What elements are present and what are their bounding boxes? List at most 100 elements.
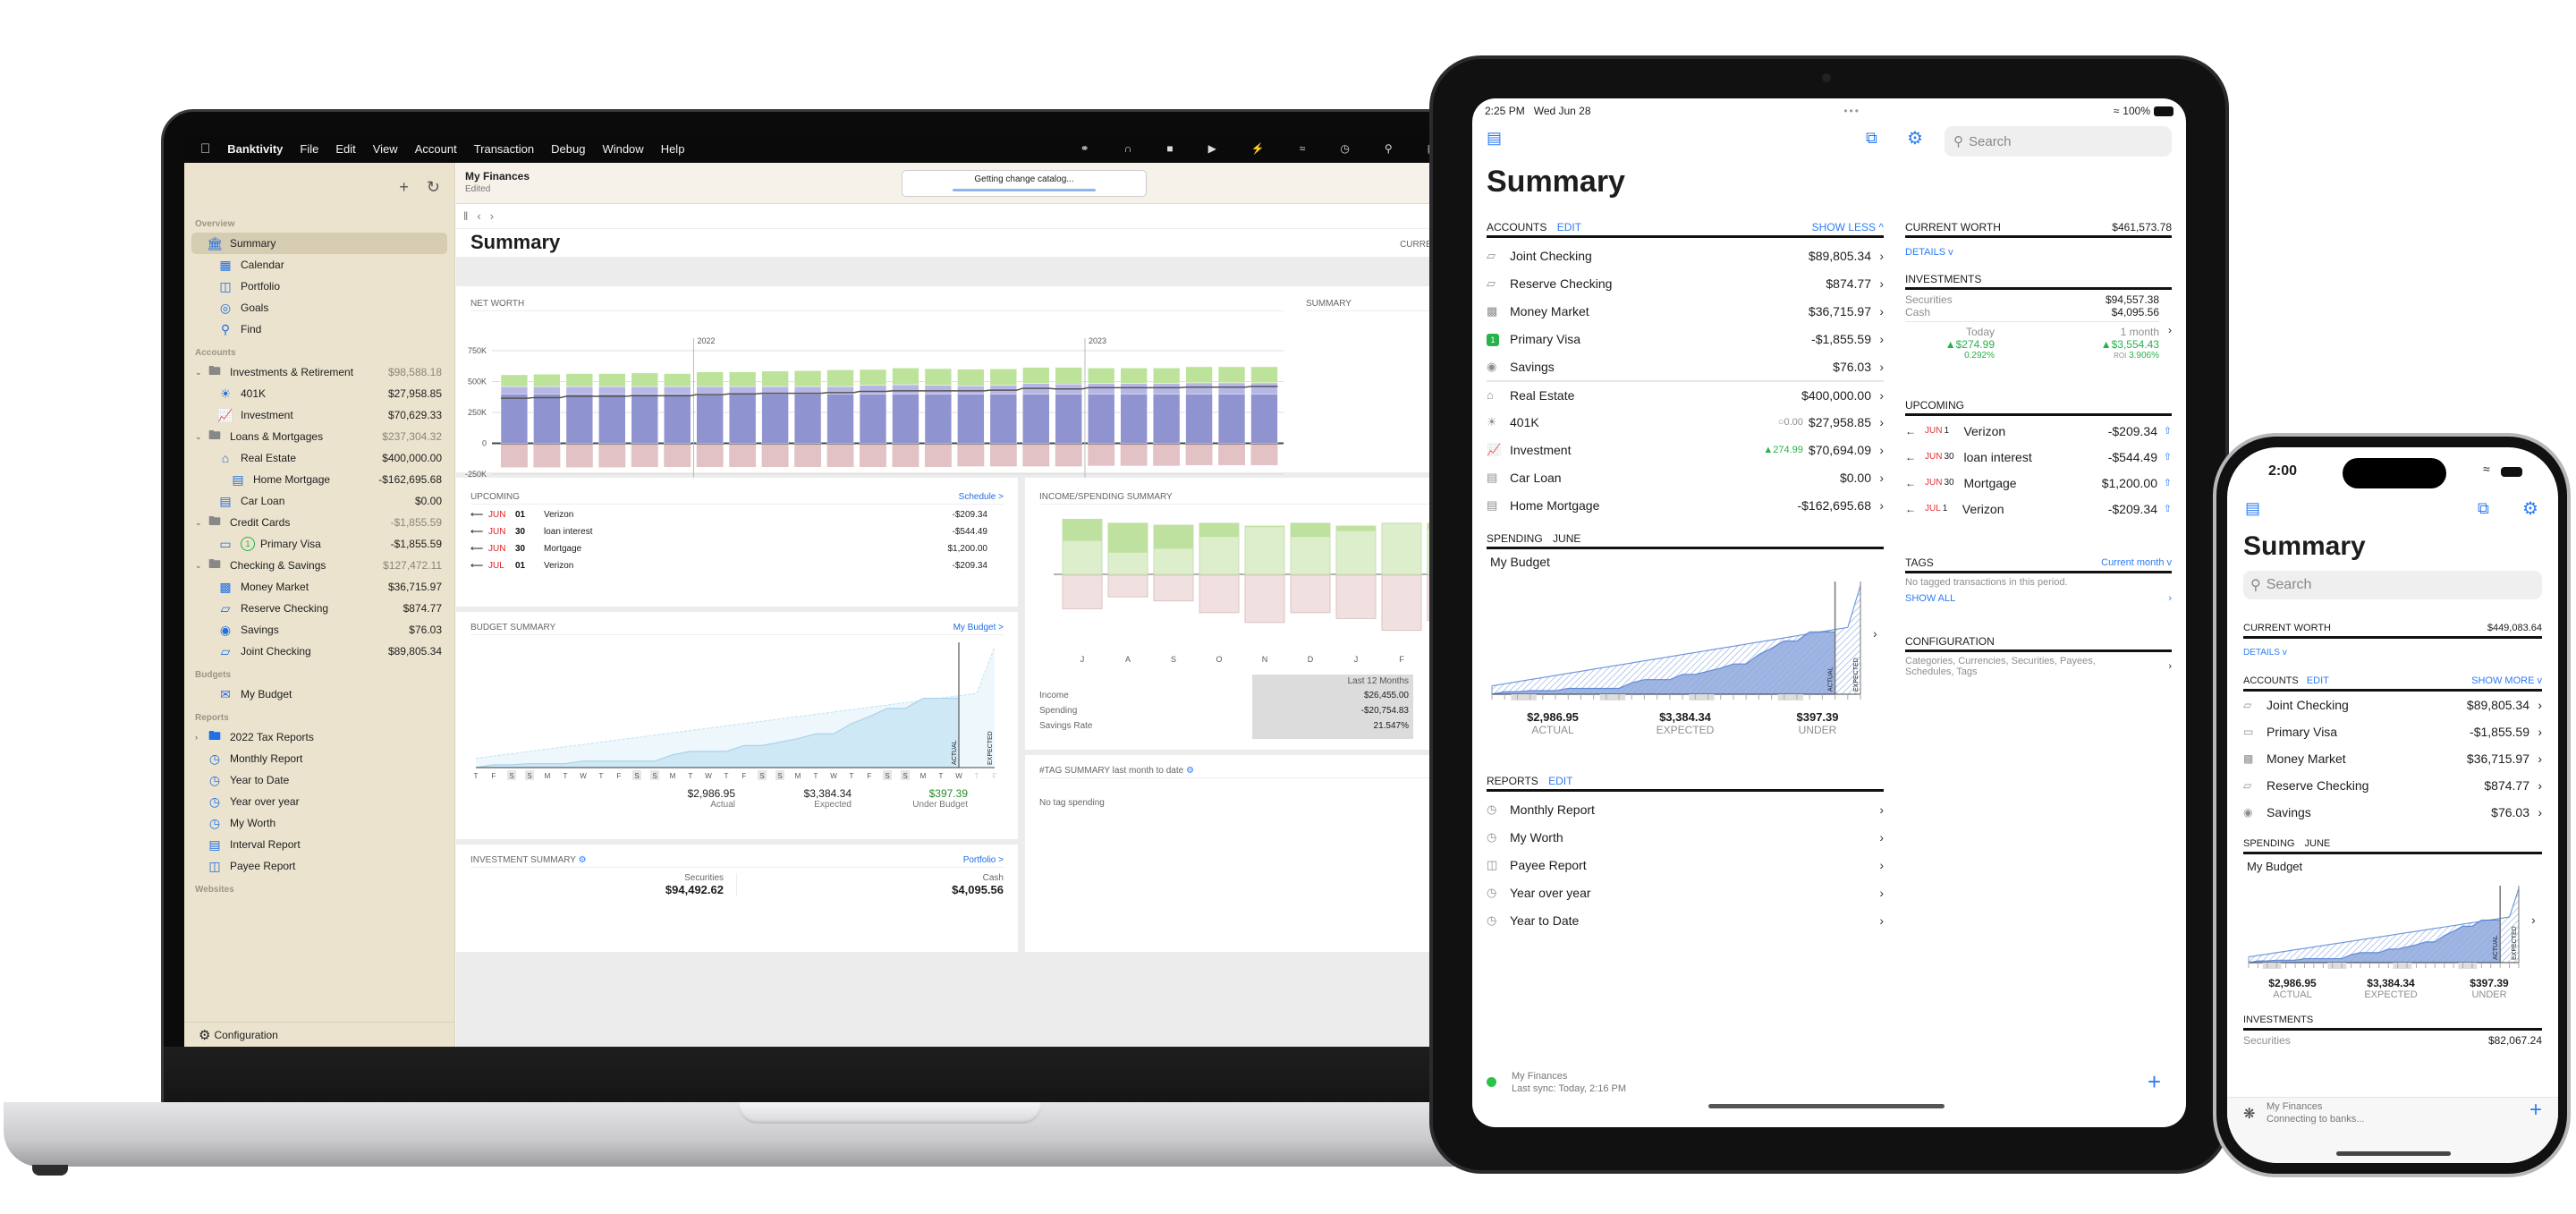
add-button[interactable]: + [2148,1068,2161,1096]
account-row[interactable]: ▱ Joint Checking $89,805.34 › [2243,692,2542,718]
account-row[interactable]: ▤ Car Loan $0.00 › [1487,463,1884,491]
menu-view[interactable]: View [373,142,398,156]
tags-period-dropdown[interactable]: Current month v [2101,557,2172,568]
account-row[interactable]: ▱ Reserve Checking $874.77 › [1487,269,1884,297]
sidebar-item[interactable]: ⌄ 🖿 Investments & Retirement $98,588.18 [184,361,454,383]
add-button[interactable]: + [2529,1098,2542,1123]
sidebar-item[interactable]: ▱ Reserve Checking $874.77 [184,598,454,619]
account-row[interactable]: ▭ Primary Visa -$1,855.59 › [2243,718,2542,745]
account-row[interactable]: ▱ Joint Checking $89,805.34 › [1487,242,1884,269]
details-toggle[interactable]: DETAILS v [2243,648,2542,658]
report-row[interactable]: ◷ Monthly Report › [1487,795,1884,823]
refresh-icon[interactable]: ↻ [427,178,440,197]
sidebar-item[interactable]: ▤ Car Loan $0.00 [184,490,454,512]
sidebar-item[interactable]: ◷ Year to Date [184,769,454,791]
forward-button[interactable]: › [490,209,494,223]
sidebar-toggle-icon[interactable]: ‖ [463,209,468,223]
share-icon[interactable]: ⇧ [2157,503,2172,514]
sidebar-item[interactable]: ◫ Payee Report [184,855,454,877]
configuration-row[interactable]: Categories, Currencies, Securities, Paye… [1905,656,2172,677]
search-field[interactable]: ⚲ Search [1945,126,2172,157]
sidebar-item[interactable]: 📈 Investment $70,629.33 [184,404,454,426]
time-machine-icon[interactable]: ◷ [1340,142,1349,155]
show-all-tags[interactable]: SHOW ALL › [1905,593,2172,604]
report-row[interactable]: ◫ Payee Report › [1487,851,1884,879]
archive-icon[interactable]: ▤ [2245,499,2260,518]
account-row[interactable]: 1 Primary Visa -$1,855.59 › [1487,325,1884,352]
sidebar-item[interactable]: ◎ Goals [184,297,454,318]
upcoming-row[interactable]: ⟵ JUN 30 Mortgage $1,200.00 [470,540,1004,557]
sidebar-item[interactable]: ◷ Monthly Report [184,748,454,769]
sidebar-item[interactable]: ⌄ 🖿 Checking & Savings $127,472.11 [184,555,454,576]
menu-transaction[interactable]: Transaction [474,142,534,156]
accounts-edit-button[interactable]: EDIT [1557,221,1581,233]
chevron-down-icon[interactable]: ⌄ [195,561,206,571]
menu-account[interactable]: Account [415,142,457,156]
upcoming-row[interactable]: ← JUN 30 Mortgage $1,200.00 ⇧ [1905,470,2172,496]
new-document-icon[interactable]: ⧉ [2478,499,2489,518]
details-toggle[interactable]: DETAILS v [1905,247,2172,258]
share-icon[interactable]: ⇧ [2157,477,2172,488]
arc-icon[interactable]: ∩ [1124,142,1132,155]
report-row[interactable]: ◷ Year to Date › [1487,906,1884,934]
account-row[interactable]: ▩ Money Market $36,715.97 › [1487,297,1884,325]
gear-icon[interactable]: ⚙ [2522,497,2538,520]
show-more-button[interactable]: SHOW MORE v [2471,675,2542,686]
app-menu[interactable]: Banktivity [227,142,283,156]
upcoming-row[interactable]: ⟵ JUL 01 Verizon -$209.34 [470,557,1004,574]
sidebar-item[interactable]: ▤ Interval Report [184,834,454,855]
new-document-icon[interactable]: ⧉ [1866,129,1877,148]
schedule-link[interactable]: Schedule > [959,492,1004,502]
sidebar-item[interactable]: ◉ Savings $76.03 [184,619,454,641]
archive-icon[interactable]: ▤ [1487,129,1502,148]
creative-cloud-icon[interactable]: ⚭ [1080,142,1089,155]
sidebar-item[interactable]: ▩ Money Market $36,715.97 [184,576,454,598]
battery-charging-icon[interactable]: ⚡ [1251,142,1265,155]
account-row[interactable]: 📈 Investment ▲274.99 $70,694.09 › [1487,436,1884,463]
my-budget-link[interactable]: My Budget > [953,623,1004,632]
gear-icon[interactable]: ⚙ [579,855,587,865]
chevron-down-icon[interactable]: ⌄ [195,368,206,378]
elephant-icon[interactable]: ■ [1166,142,1173,155]
sidebar-item[interactable]: ✉ My Budget [184,683,454,705]
upcoming-row[interactable]: ← JUL 1 Verizon -$209.34 ⇧ [1905,496,2172,522]
upcoming-row[interactable]: ⟵ JUN 30 loan interest -$544.49 [470,523,1004,540]
sidebar-item[interactable]: ▭ 1 Primary Visa -$1,855.59 [184,533,454,555]
chevron-right-icon[interactable]: › [195,733,206,742]
account-row[interactable]: ☀ 401K ○0.00 $27,958.85 › [1487,408,1884,436]
menu-file[interactable]: File [300,142,318,156]
report-row[interactable]: ◷ My Worth › [1487,823,1884,851]
account-row[interactable]: ▤ Home Mortgage -$162,695.68 › [1487,491,1884,519]
gear-icon[interactable]: ⚙ [1186,766,1194,776]
chevron-down-icon[interactable]: ⌄ [195,518,206,528]
upcoming-row[interactable]: ← JUN 1 Verizon -$209.34 ⇧ [1905,418,2172,444]
upcoming-row[interactable]: ← JUN 30 loan interest -$544.49 ⇧ [1905,444,2172,470]
chevron-down-icon[interactable]: ⌄ [195,432,206,442]
menu-edit[interactable]: Edit [335,142,355,156]
back-button[interactable]: ‹ [477,209,480,223]
menu-help[interactable]: Help [661,142,685,156]
sidebar-item[interactable]: ⌄ 🖿 Credit Cards -$1,855.59 [184,512,454,533]
sidebar-item[interactable]: › 🖿 2022 Tax Reports [184,726,454,748]
chevron-right-icon[interactable]: › [1873,626,1877,641]
upcoming-row[interactable]: ⟵ JUN 01 Verizon -$209.34 [470,506,1004,523]
account-row[interactable]: ◉ Savings $76.03 › [1487,352,1884,380]
wifi-icon[interactable]: ≈ [1300,142,1306,155]
search-icon[interactable]: ⚲ [1385,142,1393,155]
chevron-right-icon[interactable]: › [2531,913,2536,927]
add-icon[interactable]: + [399,178,409,197]
menu-debug[interactable]: Debug [551,142,585,156]
sidebar-item[interactable]: ◫ Portfolio [184,276,454,297]
sidebar-item[interactable]: 🏛 Summary [191,233,447,254]
sidebar-item[interactable]: ⚲ Find [184,318,454,340]
sidebar-item[interactable]: ▤ Home Mortgage -$162,695.68 [184,469,454,490]
account-row[interactable]: ▱ Reserve Checking $874.77 › [2243,772,2542,799]
sidebar-item[interactable]: ◷ Year over year [184,791,454,812]
account-row[interactable]: ◉ Savings $76.03 › [2243,799,2542,826]
report-row[interactable]: ◷ Year over year › [1487,879,1884,906]
reports-edit-button[interactable]: EDIT [1548,775,1572,787]
search-field[interactable]: ⚲ Search [2243,571,2542,599]
sidebar-item[interactable]: ▦ Calendar [184,254,454,276]
accounts-edit-button[interactable]: EDIT [2307,675,2329,686]
portfolio-link[interactable]: Portfolio > [963,855,1004,865]
